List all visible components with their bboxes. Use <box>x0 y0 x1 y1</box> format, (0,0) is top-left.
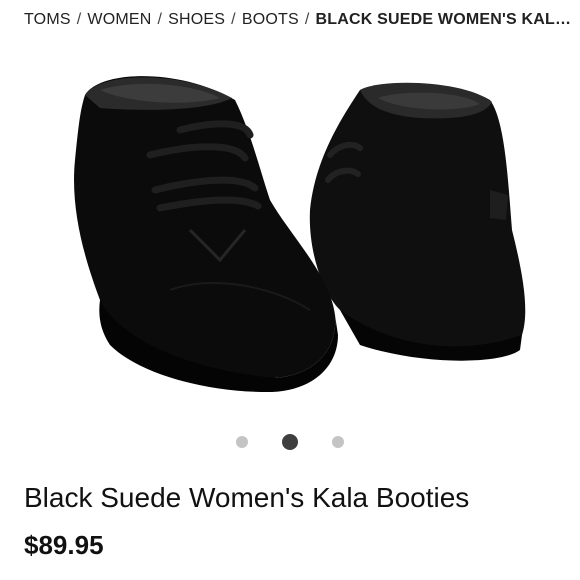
carousel-indicator <box>0 433 580 451</box>
back-boot <box>309 82 526 361</box>
carousel-dot-3[interactable] <box>332 436 344 448</box>
product-page: TOMS / WOMEN / SHOES / BOOTS / BLACK SUE… <box>0 0 580 580</box>
carousel-dot-2-active[interactable] <box>282 434 298 450</box>
product-price: $89.95 <box>24 530 104 560</box>
product-image[interactable] <box>60 60 530 400</box>
breadcrumb-separator: / <box>76 11 82 28</box>
carousel-dot-1[interactable] <box>236 436 248 448</box>
boots-illustration <box>74 76 526 393</box>
breadcrumb-link-toms[interactable]: TOMS <box>24 11 71 29</box>
front-boot <box>74 76 338 393</box>
breadcrumb-link-women[interactable]: WOMEN <box>87 11 151 29</box>
breadcrumb-separator: / <box>231 11 236 28</box>
breadcrumb: TOMS / WOMEN / SHOES / BOOTS / BLACK SUE… <box>24 9 572 31</box>
breadcrumb-link-boots[interactable]: BOOTS <box>242 11 299 29</box>
breadcrumb-link-shoes[interactable]: SHOES <box>168 11 225 29</box>
breadcrumb-current-page: BLACK SUEDE WOMEN'S KALA BOOTIES <box>315 11 573 28</box>
breadcrumb-separator: / <box>157 11 163 28</box>
product-title: Black Suede Women's Kala Booties <box>24 482 470 513</box>
breadcrumb-separator: / <box>304 11 310 28</box>
